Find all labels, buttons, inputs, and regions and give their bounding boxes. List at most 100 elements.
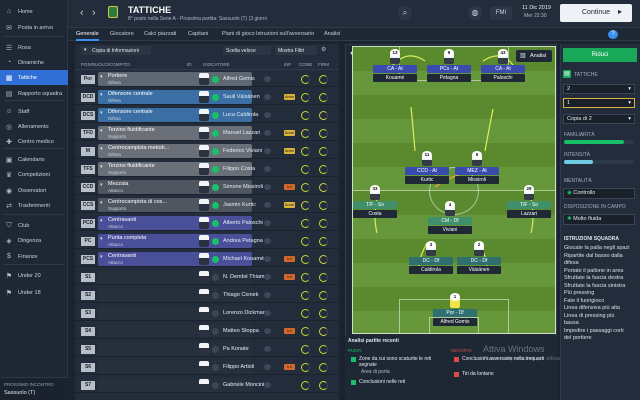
table-row[interactable]: PCS ▾ Centravanti Attacco Michael Kouamé Inf (75, 252, 339, 267)
tactic-2-select[interactable]: 1 ▾ (563, 98, 635, 108)
sidebar-item-dinamiche[interactable]: ◔ Dinamiche (0, 55, 68, 70)
status-badge[interactable]: Amm (284, 130, 295, 136)
player-token[interactable]: 9 PCs - At Petagna (427, 49, 471, 82)
table-row[interactable]: S3 Lorenzo Dickmann (75, 306, 339, 321)
table-row[interactable]: S4 Matteo Stoppa Inf (75, 324, 339, 339)
table-row[interactable]: S2 Thiago Cionek (75, 288, 339, 303)
sidebar-item-finanze[interactable]: $ Finanze (0, 249, 68, 264)
strength-1[interactable]: Zone da cui sono scaturite le reti segna… (359, 356, 449, 368)
player-name[interactable]: Federico Viviani (223, 148, 262, 154)
reduce-button[interactable]: Riduci (563, 48, 637, 62)
next-match[interactable]: PROSSIMO INCONTRO Sassuolo (T) (0, 377, 68, 400)
sidebar-item-staff[interactable]: ☺ Staff (0, 104, 68, 119)
tactic-copy-select[interactable]: Copia di 2 ▾ (563, 114, 635, 124)
position-tag[interactable]: S2 (81, 291, 95, 300)
player-token[interactable]: 2 DC - Df Väisänen (457, 241, 501, 274)
sidebar-item-tattiche[interactable]: ▦ Tattiche (0, 70, 68, 85)
player-name[interactable]: Gabriele Moncini (223, 382, 264, 388)
col-position[interactable]: POS/RUOLO/COMPITO (81, 62, 130, 67)
player-name[interactable]: Sauli Väisänen (223, 94, 260, 100)
analysis-button[interactable]: ▥ Analisi (516, 50, 552, 62)
player-name[interactable]: Luca Caldirola (223, 112, 258, 118)
player-name[interactable]: Manuel Lazzari (223, 130, 260, 136)
col-firm[interactable]: FIRM (318, 62, 329, 67)
player-name[interactable]: N. Dembé Thiam (223, 274, 264, 280)
table-row[interactable]: PC ▾ Punta completa Attacco Andrea Petagna (75, 234, 339, 249)
player-token[interactable]: 13 CA - At Kouamé (373, 49, 417, 82)
analysis-title[interactable]: Analisi partite recenti (348, 338, 399, 344)
sidebar-item-rosa[interactable]: ☰ Rosa (0, 40, 68, 55)
intensity-bar[interactable] (564, 160, 634, 164)
status-badge[interactable]: Inf (284, 256, 295, 262)
table-row[interactable]: TFS ▾ Terzino fluidificante Supporto Filippo… (75, 162, 339, 177)
settings-icon[interactable]: ⚙ (321, 46, 326, 53)
familiarity-bar[interactable] (564, 140, 634, 144)
player-token[interactable]: 33 T/F - So Costa (353, 185, 397, 218)
status-badge[interactable]: Inf (284, 184, 295, 190)
table-row[interactable]: S1 N. Dembé Thiam Inf (75, 270, 339, 285)
table-row[interactable]: DCD ▾ Difensore centrale Difesa Sauli Väisän… (75, 90, 339, 105)
sidebar-item-trasferimenti[interactable]: ⇄ Trasferimenti (0, 198, 68, 213)
player-name[interactable]: Filippo Artioli (223, 364, 254, 370)
player-name[interactable]: Simone Missiroli (223, 184, 263, 190)
player-name[interactable]: Andrea Petagna (223, 238, 263, 244)
help-icon[interactable]: ? (608, 30, 618, 39)
player-token[interactable]: 29 T/F - So Lazzari (507, 185, 551, 218)
weakness-2[interactable]: Tiri da lontano (462, 371, 494, 377)
status-badge[interactable]: Amm (284, 94, 295, 100)
col-inf[interactable]: INF (284, 62, 291, 67)
table-row[interactable]: PCD ▾ Centravanti Attacco Alberto Paloschi (75, 216, 339, 231)
position-tag[interactable]: S5 (81, 345, 95, 354)
continue-button[interactable]: Continue ▸ (560, 4, 632, 22)
sidebar-item-posta-in-arrivo[interactable]: ✉ Posta in arrivo (0, 20, 68, 35)
search-icon[interactable]: ⌕ (398, 6, 412, 20)
player-name[interactable]: Matteo Stoppa (223, 328, 259, 334)
sidebar-item-rapporto-squadra[interactable]: ▤ Rapporto squadra (0, 86, 68, 101)
sidebar-item-home[interactable]: ⌂ Home (0, 4, 68, 19)
back-icon[interactable]: ‹ (80, 7, 84, 19)
player-name[interactable]: Filippo Costa (223, 166, 255, 172)
tab-giocatore[interactable]: Giocatore (110, 28, 134, 41)
table-row[interactable]: S6 Filippo Artioli Inf (75, 360, 339, 375)
col-player[interactable]: GIOCATORE (203, 62, 230, 67)
shape-select[interactable]: ✱ Molto fluida (563, 214, 635, 225)
table-row[interactable]: CCD ▾ Mezzala Attacco Simone Missiroli Inf (75, 180, 339, 195)
status-badge[interactable]: Amm (284, 148, 295, 154)
sidebar-item-calendario[interactable]: ▣ Calendario (0, 152, 68, 167)
position-tag[interactable]: S7 (81, 381, 95, 390)
position-tag[interactable]: M (81, 147, 95, 156)
sidebar-item-under-18[interactable]: ⚑ Under 18 (0, 285, 68, 300)
status-badge[interactable]: Inf (284, 274, 295, 280)
pitch[interactable]: 13 CA - At Kouamé 9 PCs - At Petagna 43 CA - At… (352, 46, 556, 334)
tactic-1-select[interactable]: 2 ▾ (563, 84, 635, 94)
sidebar-item-dirigenza[interactable]: ◈ Dirigenza (0, 233, 68, 248)
player-name[interactable]: Pa Konate (223, 346, 249, 352)
player-token[interactable]: 5 MEZ - At Missiroli (455, 151, 499, 184)
position-tag[interactable]: CCS (81, 201, 95, 210)
table-row[interactable]: Por ▾ Portiere Difesa Alfred Gomis (75, 72, 339, 87)
instructions-label[interactable]: ISTRUZIONI SQUADRA (564, 236, 619, 242)
position-tag[interactable]: TFD (81, 129, 95, 138)
globe-icon[interactable]: ◍ (468, 6, 482, 20)
sidebar-item-centro-medico[interactable]: ✚ Centro medico (0, 134, 68, 149)
position-tag[interactable]: DCD (81, 93, 95, 102)
player-token[interactable]: 1 Por - Df Alfred Gomis (433, 293, 477, 326)
position-tag[interactable]: PC (81, 237, 95, 246)
fmi-button[interactable]: FMI (490, 6, 512, 20)
sidebar-item-allenamento[interactable]: ◎ Allenamento (0, 119, 68, 134)
forward-icon[interactable]: › (92, 7, 96, 19)
tab-calci-piazzati[interactable]: Calci piazzati (144, 28, 176, 41)
player-name[interactable]: Jasmin Kurtic (223, 202, 256, 208)
player-token[interactable]: 11 CCD - At Kurtic (405, 151, 449, 184)
tab-capitani[interactable]: Capitani (188, 28, 208, 41)
table-row[interactable]: S5 Pa Konate (75, 342, 339, 357)
player-token[interactable]: 4 CM - Df Viviani (428, 201, 472, 234)
status-badge[interactable]: Inf (284, 364, 295, 370)
strength-2[interactable]: Conclusioni nelle reti (359, 379, 405, 385)
player-name[interactable]: Alberto Paloschi (223, 220, 263, 226)
status-badge[interactable]: Amm (284, 202, 295, 208)
position-tag[interactable]: S4 (81, 327, 95, 336)
player-name[interactable]: Thiago Cionek (223, 292, 258, 298)
table-row[interactable]: S7 Gabriele Moncini (75, 378, 339, 393)
copy-info-dropdown[interactable]: ▾ Copia di Informazioni (81, 46, 151, 55)
